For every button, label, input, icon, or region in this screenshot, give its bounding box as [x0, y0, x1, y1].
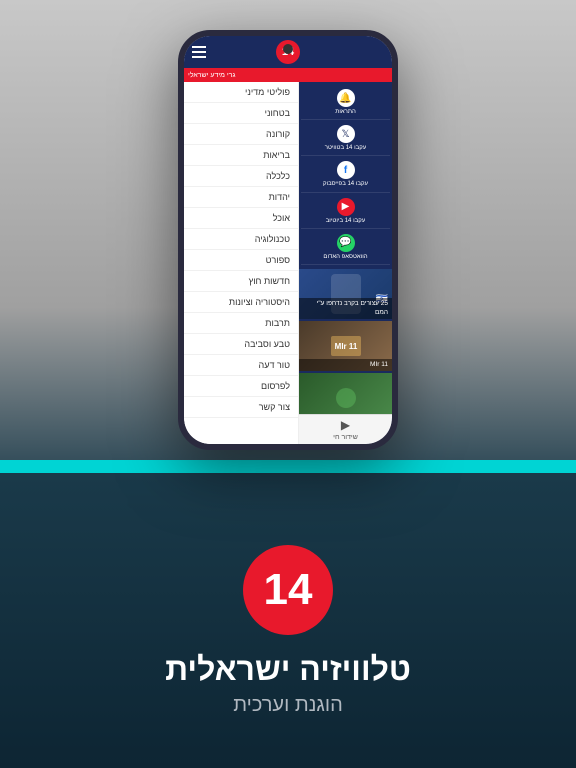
bottom-nav[interactable]: ▶ שידור חי [299, 414, 392, 444]
nature-graphic [326, 383, 366, 413]
live-stream-nav[interactable]: ▶ שידור חי [333, 418, 358, 441]
phone-camera [283, 44, 293, 54]
twitter-icon: 𝕏 [337, 125, 355, 143]
sidebar-item-tarbut[interactable]: תרבות [184, 313, 298, 334]
sidebar-item-prsm[interactable]: לפרסום [184, 376, 298, 397]
thumb-bg-3 [299, 373, 392, 414]
sidebar-item-tur-dea[interactable]: טור דעה [184, 355, 298, 376]
sidebar-item-contact[interactable]: צור קשר [184, 397, 298, 418]
social-notifications[interactable]: 🔔 התראות [301, 86, 390, 120]
news-thumb-1[interactable]: 🇮🇱 25 עצורים בקרב נדחפו ע"י המם [299, 269, 392, 319]
channel-number-large: 14 [264, 568, 313, 612]
sidebar-item-chutz[interactable]: חדשות חוץ [184, 271, 298, 292]
channel-logo-large: 14 [243, 545, 333, 635]
sidebar-item-bitahon[interactable]: בטחוני [184, 103, 298, 124]
facebook-icon: f [337, 161, 355, 179]
social-youtube[interactable]: ▶ עקבו 14 ביוטיוב [301, 195, 390, 229]
svg-text:MIr 11: MIr 11 [334, 342, 357, 351]
social-twitter[interactable]: 𝕏 עקבו 14 בטוויטר [301, 122, 390, 156]
sports-graphic: MIr 11 [326, 331, 366, 361]
app-content: פוליטי מדיני בטחוני קורונה בריאות כלכלה … [184, 82, 392, 444]
whatsapp-icon: 💬 [337, 234, 355, 252]
bell-icon: 🔔 [337, 89, 355, 107]
sidebar-menu[interactable]: פוליטי מדיני בטחוני קורונה בריאות כלכלה … [184, 82, 299, 444]
sidebar-item-tech[interactable]: טכנולוגיה [184, 229, 298, 250]
social-facebook[interactable]: f עקבו 14 בפייסבוק [301, 158, 390, 192]
thumb-overlay-2: MIr 11 [299, 359, 392, 371]
social-whatsapp[interactable]: 💬 הוואטסאפ האדום [301, 231, 390, 265]
news-thumb-2[interactable]: MIr 11 MIr 11 [299, 321, 392, 371]
sub-title: הוגנת וערכית [233, 694, 343, 717]
sidebar-item-corona[interactable]: קורונה [184, 124, 298, 145]
youtube-icon: ▶ [337, 198, 355, 216]
main-title: טלוויזיה ישראלית [165, 651, 411, 688]
whatsapp-label: הוואטסאפ האדום [323, 254, 367, 261]
news-ticker: גרי מידע ישראלי [184, 68, 392, 82]
hamburger-menu[interactable] [192, 46, 206, 58]
sidebar-item-yahadut[interactable]: יהדות [184, 187, 298, 208]
news-text-2: MIr 11 [303, 361, 388, 369]
sidebar-item-politi[interactable]: פוליטי מדיני [184, 82, 298, 103]
facebook-label: עקבו 14 בפייסבוק [323, 181, 368, 188]
phone-body: 14 גרי מידע ישראלי פוליטי מדיני בטחוני ק… [178, 30, 398, 450]
phone-mockup: 14 גרי מידע ישראלי פוליטי מדיני בטחוני ק… [178, 30, 398, 450]
play-icon: ▶ [341, 418, 350, 432]
twitter-label: עקבו 14 בטוויטר [325, 145, 367, 152]
main-panel: 🔔 התראות 𝕏 עקבו 14 בטוויטר f עקבו 14 בפי… [299, 82, 392, 444]
live-label: שידור חי [333, 434, 358, 441]
news-text-1: 25 עצורים בקרב נדחפו ע"י המם [303, 300, 388, 317]
thumb-overlay-1: 25 עצורים בקרב נדחפו ע"י המם [299, 298, 392, 319]
news-thumbnails: 🇮🇱 25 עצורים בקרב נדחפו ע"י המם MIr 11 [299, 269, 392, 414]
social-panel: 🔔 התראות 𝕏 עקבו 14 בטוויטר f עקבו 14 בפי… [299, 82, 392, 269]
news-thumb-3[interactable] [299, 373, 392, 414]
bottom-branding: 14 טלוויזיה ישראלית הוגנת וערכית [0, 473, 576, 768]
sidebar-item-teva[interactable]: טבע וסביבה [184, 334, 298, 355]
sidebar-item-history[interactable]: היסטוריה וציונות [184, 292, 298, 313]
sidebar-item-kalcala[interactable]: כלכלה [184, 166, 298, 187]
ticker-text: גרי מידע ישראלי [188, 72, 235, 79]
sidebar-item-ochel[interactable]: אוכל [184, 208, 298, 229]
phone-screen: 14 גרי מידע ישראלי פוליטי מדיני בטחוני ק… [184, 36, 392, 444]
sidebar-item-sport[interactable]: ספורט [184, 250, 298, 271]
sidebar-item-bri-ut[interactable]: בריאות [184, 145, 298, 166]
youtube-label: עקבו 14 ביוטיוב [326, 218, 366, 225]
notifications-label: התראות [335, 109, 356, 116]
